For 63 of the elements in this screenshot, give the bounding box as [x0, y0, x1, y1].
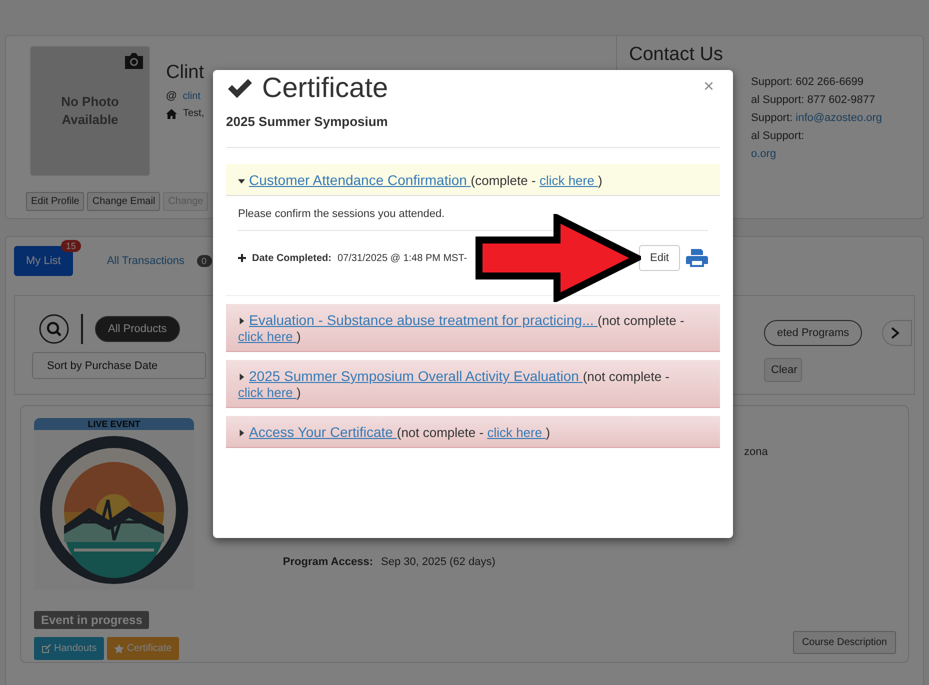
edit-button[interactable]: Edit	[639, 245, 680, 271]
close-button[interactable]: ×	[699, 76, 718, 97]
profile-button[interactable]: Edit Profile	[26, 192, 84, 211]
camera-icon[interactable]	[123, 51, 145, 71]
clear-button[interactable]: Clear	[764, 358, 802, 382]
section-title-link[interactable]: Customer Attendance Confirmation	[249, 172, 471, 188]
count-badge: 15	[60, 240, 81, 252]
section-status: (not complete -	[396, 425, 484, 440]
date-label: Date Completed:	[252, 252, 332, 264]
filter-pill[interactable]: All Products	[95, 316, 180, 342]
section-status-end: )	[296, 329, 301, 344]
profile-button[interactable]: Change Email	[87, 192, 160, 211]
photo-text: No Photo Available	[60, 93, 120, 129]
click-here-link[interactable]: click here	[238, 385, 297, 400]
section-header[interactable]: Evaluation - Substance abuse treatment for practicing... (not complete - click here )	[226, 304, 720, 352]
contact-line: Support:	[751, 112, 793, 124]
status-label: Event in progress	[34, 611, 150, 629]
filter-pill[interactable]	[882, 320, 912, 346]
section-status: (not complete -	[582, 369, 670, 384]
count-badge: 0	[196, 255, 212, 267]
course-description-button[interactable]: Course Description	[792, 631, 896, 654]
contact-link[interactable]: info@azosteo.org	[796, 112, 882, 124]
click-here-link[interactable]: click here	[487, 425, 546, 440]
section-title-link[interactable]: Evaluation - Substance abuse treatment for practicing...	[249, 312, 598, 328]
plus-icon[interactable]	[238, 254, 246, 262]
tab[interactable]: All Transactions	[94, 246, 196, 276]
email-link[interactable]: clint	[182, 90, 201, 102]
click-here-link[interactable]: click here	[539, 173, 598, 188]
print-icon[interactable]	[686, 248, 708, 268]
checkmark-icon	[226, 76, 254, 100]
date-value: 07/31/2025 @ 1:48 PM MST-	[337, 252, 468, 264]
detail-value: Sep 30, 2025 (62 days)	[381, 556, 496, 568]
detail-label: Program Access:	[282, 556, 373, 568]
contact-link[interactable]: o.org	[751, 148, 776, 160]
location-text: zona	[744, 446, 768, 458]
address-text: Test,	[183, 108, 204, 119]
section-title-link[interactable]: 2025 Summer Symposium Overall Activity Evaluation	[249, 368, 583, 384]
handouts-button[interactable]: Handouts	[34, 637, 104, 660]
section-status: (complete -	[470, 173, 536, 188]
section-header[interactable]: 2025 Summer Symposium Overall Activity Evaluation (not complete - click here )	[226, 360, 720, 408]
dialog-title: Certificate	[262, 72, 388, 104]
contact-title: Contact Us	[629, 44, 724, 66]
edit-icon	[41, 644, 51, 654]
contact-line: Support: 602 266-6699	[751, 76, 864, 88]
section-status: (not complete -	[598, 313, 684, 328]
section-header[interactable]: Customer Attendance Confirmation (complete - click here )	[226, 164, 720, 196]
section-status-end: )	[598, 173, 602, 188]
dialog-subtitle: 2025 Summer Symposium	[226, 114, 720, 148]
contact-line: al Support: 877 602-9877	[751, 94, 876, 106]
section-status-end: )	[296, 385, 301, 400]
filter-pill[interactable]: eted Programs	[764, 320, 862, 346]
home-icon	[166, 108, 177, 118]
search-icon[interactable]	[39, 314, 69, 344]
section-header[interactable]: Access Your Certificate (not complete - click here )	[226, 416, 720, 448]
sort-select[interactable]: Sort by Purchase Date	[32, 352, 206, 379]
email-icon: @	[166, 90, 177, 102]
live-event-label: LIVE EVENT	[34, 418, 194, 430]
contact-line: al Support:	[751, 130, 804, 142]
star-icon	[114, 644, 124, 654]
section-status-end: )	[546, 425, 550, 440]
click-here-link[interactable]: click here	[238, 329, 297, 344]
user-name: Clint	[166, 62, 204, 84]
section-title-link[interactable]: Access Your Certificate	[249, 424, 397, 440]
